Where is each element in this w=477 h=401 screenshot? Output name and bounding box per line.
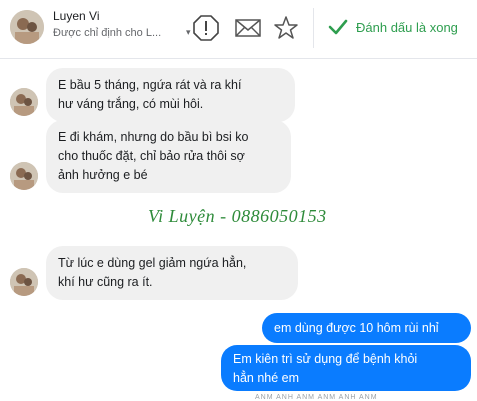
incoming-message[interactable]: E đi khám, nhưng do bầu bì bsi ko cho th…	[46, 120, 291, 193]
incoming-message[interactable]: Từ lúc e dùng gel giảm ngứa hẳn, khí hư …	[46, 246, 298, 300]
message-line: cho thuốc đặt, chỉ bảo rửa thôi sợ	[58, 149, 245, 163]
message-line: khí hư cũng ra ít.	[58, 275, 153, 289]
mark-as-done-button[interactable]: Đánh dấu là xong	[328, 14, 458, 40]
message-line: E bầu 5 tháng, ngứa rát và ra khí	[58, 78, 242, 92]
avatar-image	[10, 10, 44, 44]
message-line: hẳn nhé em	[233, 371, 300, 385]
conversation-header: Luyen Vi Được chỉ định cho L... ▾ Đánh d…	[0, 0, 477, 59]
mark-as-done-label: Đánh dấu là xong	[356, 19, 458, 35]
assigned-to-text[interactable]: Được chỉ định cho L...	[53, 27, 183, 39]
star-icon[interactable]	[272, 14, 300, 42]
header-divider	[313, 8, 314, 48]
message-line: E đi khám, nhưng do bầu bì bsi ko	[58, 130, 249, 144]
message-line: Từ lúc e dùng gel giảm ngứa hẳn,	[58, 256, 247, 270]
message-line: em dùng được 10 hôm rùi nhỉ	[274, 321, 439, 335]
contact-name[interactable]: Luyen Vi	[53, 9, 99, 23]
message-line: hư váng trắng, có mùi hôi.	[58, 97, 204, 111]
outgoing-message[interactable]: Em kiên trì sử dụng để bệnh khỏi hẳn nhé…	[221, 345, 471, 391]
outgoing-message[interactable]: em dùng được 10 hôm rùi nhỉ	[262, 313, 471, 343]
alert-icon[interactable]	[192, 14, 220, 42]
watermark-text: Vi Luyện - 0886050153	[148, 206, 327, 226]
sender-avatar[interactable]	[10, 268, 38, 296]
sender-avatar[interactable]	[10, 88, 38, 116]
incoming-message[interactable]: E bầu 5 tháng, ngứa rát và ra khí hư ván…	[46, 68, 295, 122]
bottom-clipped-text: ANM ANH ANM ANM ANH ANM	[255, 394, 378, 401]
checkmark-icon	[328, 19, 348, 35]
sender-avatar[interactable]	[10, 162, 38, 190]
contact-avatar[interactable]	[10, 10, 44, 44]
message-line: Em kiên trì sử dụng để bệnh khỏi	[233, 352, 418, 366]
mail-icon[interactable]	[234, 14, 262, 42]
message-line: ảnh hưởng e bé	[58, 168, 148, 182]
caret-down-icon[interactable]: ▾	[186, 27, 191, 38]
